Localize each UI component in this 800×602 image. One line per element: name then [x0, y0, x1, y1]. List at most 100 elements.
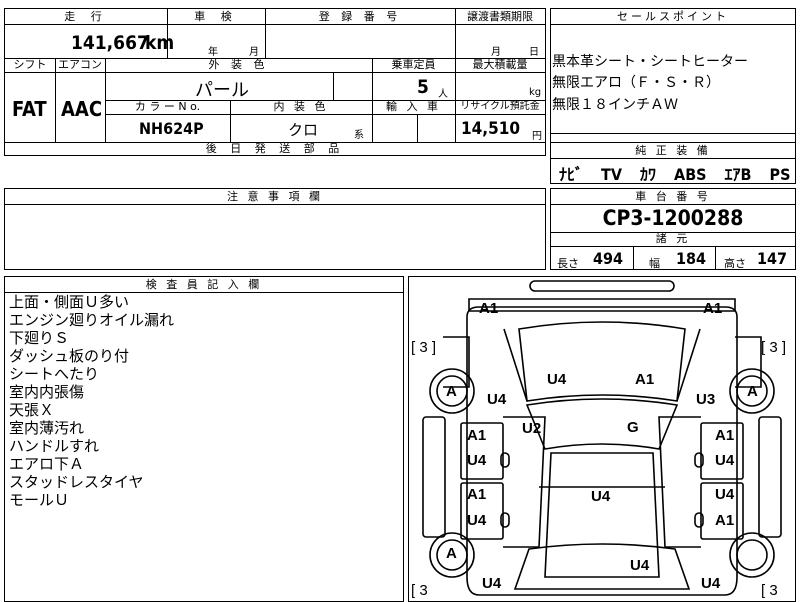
genuine-equipment-box: 純 正 装 備 ﾅﾋﾞ TV ｶﾜ ABS ｴｱB PS PW — [550, 142, 796, 184]
mark-left-bracket-rear: [ 3 — [411, 582, 428, 599]
mark-right-front-door-top: A1 — [715, 427, 735, 444]
width-label: 幅 — [649, 257, 660, 270]
chassis-number: CP3-1200288 — [602, 206, 744, 230]
chassis-box: 車 台 番 号 CP3-1200288 諸 元 長さ 494 幅 184 高さ … — [550, 188, 796, 270]
mark-trunk: U4 — [630, 557, 650, 574]
interior-color-header: 内 装 色 — [273, 100, 329, 113]
sales-point-line: 無限エアロ（Ｆ・Ｓ・Ｒ） — [552, 75, 720, 91]
mark-right-fender: U3 — [696, 391, 716, 408]
mileage-value: 141,667 — [71, 32, 149, 54]
inspector-line: ダッシュ板のり付 — [9, 347, 130, 365]
capacity-header: 乗車定員 — [391, 58, 436, 71]
max-load-unit: kg — [529, 87, 542, 98]
inspector-line: 天張Ｘ — [9, 401, 55, 419]
mark-left-rear-quarter: U4 — [482, 575, 502, 592]
mark-roof: U4 — [591, 488, 611, 505]
shift-header: シフト — [13, 58, 47, 71]
mark-right-bracket: [ 3 ] — [761, 339, 787, 356]
mark-right-rear-door-top: U4 — [715, 486, 735, 503]
mark-right-bracket-rear: [ 3 — [761, 582, 778, 599]
mark-right-rear-door-bottom: A1 — [715, 512, 735, 529]
mark-left-rear-door-top: A1 — [467, 486, 487, 503]
equipment-abs: ABS — [674, 165, 707, 184]
inspector-line: 室内薄汚れ — [9, 419, 85, 437]
equipment-ps: PS — [769, 165, 791, 184]
inspector-line: 下廻りＳ — [9, 329, 70, 347]
sales-points-box: セールスポイント 黒本革シート・シートヒーター 無限エアロ（Ｆ・Ｓ・Ｒ） 無限１… — [550, 8, 796, 146]
shift-value: FAT — [12, 97, 47, 121]
inspector-header: 検 査 員 記 入 欄 — [5, 277, 403, 293]
inspection-year-unit: 年 — [208, 47, 218, 58]
interior-color-value: クロ — [288, 121, 319, 139]
exterior-color-header: 外 装 色 — [208, 58, 269, 71]
length-label: 長さ — [557, 257, 579, 270]
inspector-line: スタッドレスタイヤ — [9, 473, 144, 491]
aircon-value: AAC — [61, 97, 103, 121]
mark-left-front-door-bottom: U4 — [467, 452, 487, 469]
exterior-color-value: パール — [195, 80, 249, 101]
inspector-line: モールＵ — [9, 491, 70, 509]
mark-right-rear-quarter: U4 — [701, 575, 721, 592]
inspection-header: 車 検 — [194, 10, 238, 23]
inspector-line: エアロ下Ａ — [9, 455, 85, 473]
equipment-tv: TV — [601, 165, 622, 184]
equipment-nav: ﾅﾋﾞ — [559, 165, 584, 184]
capacity-value: 5 — [417, 76, 429, 98]
import-header: 輸 入 車 — [386, 100, 441, 113]
width-value: 184 — [676, 249, 707, 268]
color-no-header: カ ラ ー N o. — [134, 100, 201, 113]
mark-windshield: U2 — [522, 420, 542, 437]
transfer-month-unit: 月 — [491, 47, 501, 58]
mileage-header: 走 行 — [64, 10, 108, 23]
notes-box: 注 意 事 項 欄 — [4, 188, 546, 270]
inspector-box: 検 査 員 記 入 欄 上面・側面Ｕ多い エンジン廻りオイル漏れ 下廻りＳ ダッ… — [4, 276, 404, 602]
color-no-value: NH624P — [139, 119, 204, 138]
capacity-unit: 人 — [438, 89, 448, 100]
mark-left-rear-door-bottom: U4 — [467, 512, 487, 529]
notes-header: 注 意 事 項 欄 — [5, 189, 545, 205]
mark-hood-left: U4 — [547, 371, 567, 388]
aircon-header: エアコン — [58, 58, 102, 71]
transfer-doc-header: 譲渡書類期限 — [467, 10, 533, 23]
damage-map-box: A1 A1 [ 3 ] [ 3 ] U4 A1 A A U4 U3 U2 G A… — [408, 276, 796, 602]
later-parts-header: 後 日 発 送 部 品 — [205, 142, 345, 155]
mark-front-left-corner: A1 — [479, 300, 499, 317]
top-info-block: 走 行 車 検 登 録 番 号 譲渡書類期限 141,667 km 年 月 月 … — [4, 8, 546, 156]
inspector-line: 室内内張傷 — [9, 383, 85, 401]
dimensions-header: 諸 元 — [655, 232, 691, 245]
equipment-leather: ｶﾜ — [640, 165, 657, 184]
inspection-month-unit: 月 — [249, 47, 259, 58]
mark-left-fender: U4 — [487, 391, 507, 408]
inspector-line: エンジン廻りオイル漏れ — [9, 311, 175, 329]
length-value: 494 — [593, 249, 624, 268]
interior-color-suffix: 系 — [354, 130, 364, 141]
mark-roof-front: G — [627, 419, 639, 436]
inspector-line: 上面・側面Ｕ多い — [9, 293, 130, 311]
sales-point-line: 黒本革シート・シートヒーター — [552, 54, 748, 70]
mark-hood-right: A1 — [635, 371, 655, 388]
mark-left-rear-tire: A — [446, 545, 457, 562]
inspector-line: ハンドルすれ — [9, 437, 100, 455]
recycle-header: リサイクル預託金 — [460, 101, 540, 112]
inspector-line: シートへたり — [9, 365, 100, 383]
equipment-list: ﾅﾋﾞ TV ｶﾜ ABS ｴｱB PS PW — [559, 161, 800, 185]
height-label: 高さ — [724, 257, 746, 270]
max-load-header: 最大積載量 — [472, 58, 528, 71]
mark-right-front-door-bottom: U4 — [715, 452, 735, 469]
sales-points-header: セールスポイント — [551, 9, 795, 25]
height-value: 147 — [757, 249, 788, 268]
registration-header: 登 録 番 号 — [318, 10, 402, 23]
mark-left-tire: A — [446, 383, 457, 400]
transfer-day-unit: 日 — [529, 47, 539, 58]
recycle-value: 14,510 — [461, 119, 521, 139]
genuine-equipment-header: 純 正 装 備 — [551, 143, 795, 159]
equipment-airbag: ｴｱB — [724, 165, 752, 184]
mark-left-bracket: [ 3 ] — [411, 339, 437, 356]
mark-right-tire: A — [747, 383, 758, 400]
mark-front-right-corner: A1 — [703, 300, 723, 317]
recycle-unit: 円 — [532, 131, 542, 142]
chassis-header: 車 台 番 号 — [551, 189, 795, 205]
mileage-unit: km — [145, 32, 175, 54]
sales-point-line: 無限１８インチＡＷ — [552, 97, 678, 113]
mark-left-front-door-top: A1 — [467, 427, 487, 444]
